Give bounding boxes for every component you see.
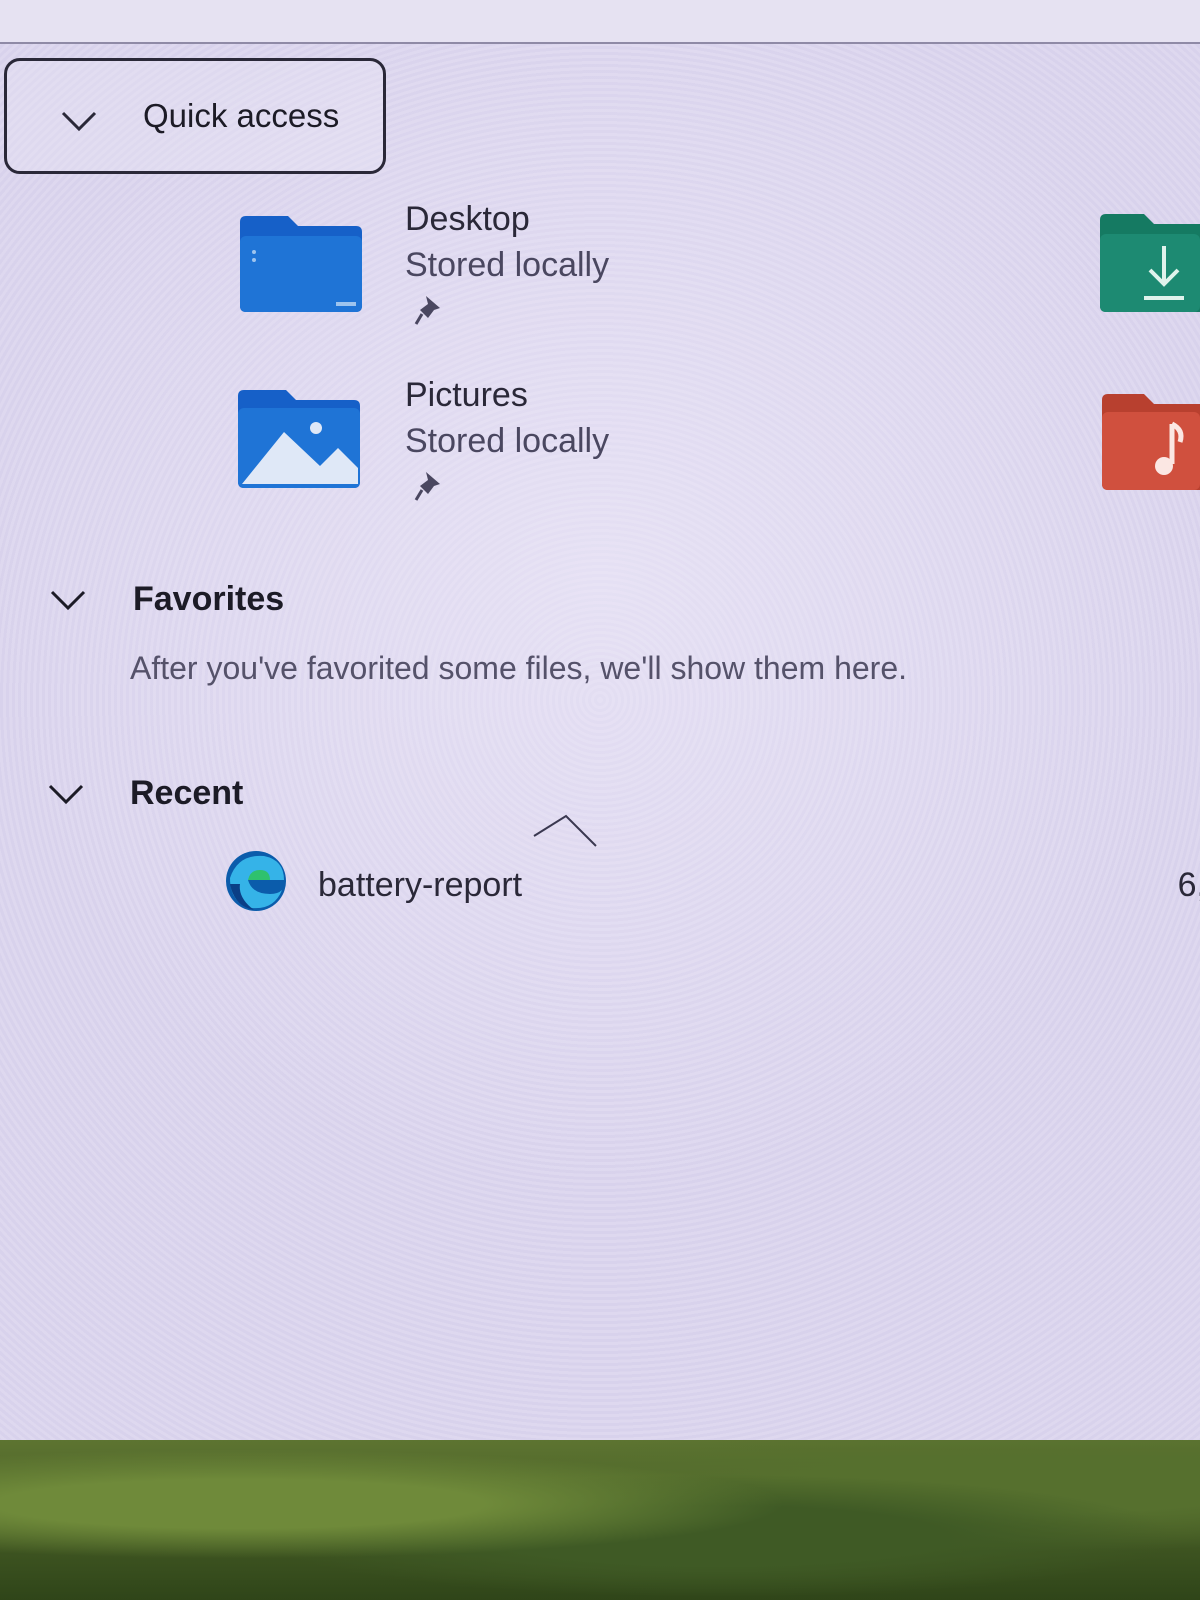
favorites-empty-message: After you've favorited some files, we'll… (130, 650, 907, 686)
chevron-down-icon (59, 109, 99, 133)
quick-access-header[interactable]: Quick access (4, 58, 386, 174)
item-status: Stored locally (405, 422, 610, 460)
favorites-label: Favorites (133, 580, 285, 618)
favorites-header[interactable]: Favorites (0, 574, 600, 634)
pictures-folder-icon (234, 388, 362, 495)
chevron-down-icon (48, 588, 88, 612)
item-name: Desktop (405, 200, 530, 238)
quick-access-item-pictures[interactable]: Pictures Stored locally (230, 376, 670, 516)
quick-access-item-downloads[interactable] (1098, 212, 1200, 316)
recent-item-name: battery-report (318, 866, 523, 904)
quick-access-label: Quick access (143, 97, 340, 134)
edge-icon (224, 848, 288, 919)
toolbar (0, 0, 1200, 44)
chevron-down-icon (46, 782, 86, 806)
music-folder-icon (1100, 392, 1200, 497)
desktop-wallpaper (0, 1440, 1200, 1600)
item-status: Stored locally (405, 246, 610, 284)
file-explorer-home: Quick access Desktop Stored locally Pict… (0, 0, 1200, 1440)
recent-item-battery-report[interactable]: battery-report 6, (218, 848, 1200, 928)
quick-access-item-desktop[interactable]: Desktop Stored locally (230, 200, 670, 340)
recent-label: Recent (130, 774, 244, 812)
item-name: Pictures (405, 376, 528, 414)
downloads-folder-icon (1098, 212, 1200, 319)
quick-access-item-music[interactable] (1100, 392, 1200, 492)
recent-header[interactable]: Recent (0, 770, 600, 830)
pin-icon (414, 470, 444, 504)
recent-item-date: 6, (1177, 866, 1200, 904)
desktop-folder-icon (236, 214, 364, 319)
pin-icon (414, 294, 444, 328)
